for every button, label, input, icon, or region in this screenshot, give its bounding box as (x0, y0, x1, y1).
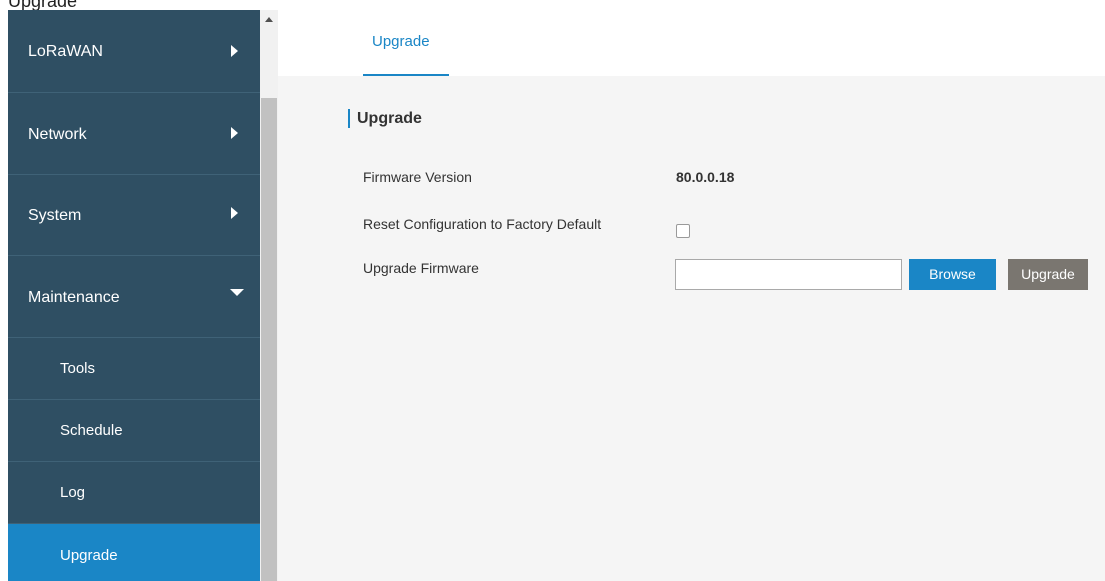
sidebar-item-label: Maintenance (28, 289, 120, 306)
tab-bar: Upgrade (278, 10, 1105, 76)
sidebar-item-system[interactable]: System (8, 175, 260, 256)
sidebar-item-label: System (28, 207, 82, 224)
sidebar-subitem-label: Tools (60, 360, 96, 377)
sidebar-subitem-label: Upgrade (60, 547, 118, 564)
upgrade-button[interactable]: Upgrade (1008, 259, 1088, 290)
sidebar-subitem-log[interactable]: Log (8, 462, 260, 524)
section-title-text: Upgrade (357, 110, 422, 127)
browse-button[interactable]: Browse (909, 259, 996, 290)
page-heading-fragment: Upgrade (0, 0, 1105, 10)
scroll-up-arrow-icon[interactable] (265, 17, 273, 22)
reset-factory-checkbox[interactable] (676, 224, 690, 238)
reset-factory-label: Reset Configuration to Factory Default (363, 216, 602, 232)
sidebar-subitem-upgrade[interactable]: Upgrade (8, 524, 260, 581)
main-content: Upgrade Upgrade Firmware Version 80.0.0.… (278, 10, 1105, 581)
chevron-right-icon (231, 127, 238, 139)
sidebar-item-lorawan[interactable]: LoRaWAN (8, 10, 260, 93)
tab-upgrade[interactable]: Upgrade (363, 10, 449, 76)
sidebar-subitem-label: Schedule (60, 422, 123, 439)
tab-label: Upgrade (372, 33, 430, 50)
chevron-right-icon (231, 207, 238, 219)
sidebar-item-maintenance[interactable]: Maintenance (8, 256, 260, 338)
sidebar-item-network[interactable]: Network (8, 93, 260, 175)
upgrade-firmware-label: Upgrade Firmware (363, 260, 479, 276)
sidebar-subitem-schedule[interactable]: Schedule (8, 400, 260, 462)
sidebar-item-label: Network (28, 126, 87, 143)
section-title: Upgrade (348, 109, 422, 128)
page-heading-text: Upgrade (8, 0, 78, 10)
sidebar-item-label: LoRaWAN (28, 43, 103, 60)
scrollbar-thumb[interactable] (261, 98, 277, 581)
sidebar: LoRaWAN Network System Maintenance Tools… (8, 10, 260, 581)
sidebar-subitem-tools[interactable]: Tools (8, 338, 260, 400)
firmware-file-input[interactable] (675, 259, 902, 290)
firmware-version-value: 80.0.0.18 (676, 169, 735, 185)
chevron-right-icon (231, 45, 238, 57)
chevron-down-icon (230, 289, 244, 296)
sidebar-scrollbar[interactable] (260, 10, 278, 581)
firmware-version-label: Firmware Version (363, 169, 472, 185)
sidebar-subitem-label: Log (60, 484, 86, 501)
